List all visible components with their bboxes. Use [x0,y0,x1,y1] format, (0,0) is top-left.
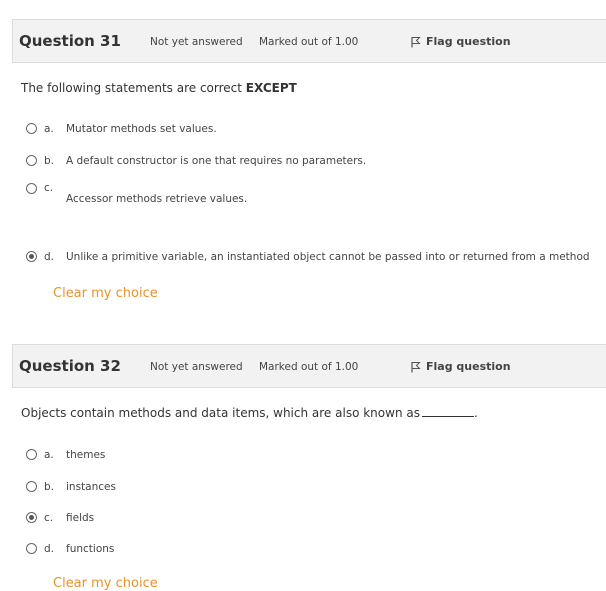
radio-button-d[interactable] [26,251,37,262]
flag-icon [411,361,421,372]
flag-question-label: Flag question [426,35,511,48]
radio-button-a[interactable] [26,449,37,460]
option-letter: d. [44,251,55,263]
option-text: themes [66,449,106,461]
option-letter: d. [44,543,55,555]
question-state: Not yet answered [150,361,243,373]
option-letter: a. [44,123,54,135]
option-text: functions [66,543,115,555]
option-text: A default constructor is one that requir… [66,155,367,167]
question-state: Not yet answered [150,36,243,48]
question-text-end: . [473,406,478,420]
question-text-prefix: The following statements are correct [21,81,246,95]
clear-my-choice-link[interactable]: Clear my choice [53,576,158,591]
flag-question-label: Flag question [426,360,511,373]
question-32-header: Question 32 Not yet answered Marked out … [12,344,606,388]
answer-blank [421,407,474,417]
flag-icon [411,36,421,47]
question-31-header: Question 31 Not yet answered Marked out … [12,19,606,63]
option-letter: c. [44,182,54,194]
option-text: Accessor methods retrieve values. [66,193,248,205]
option-text: fields [66,512,95,524]
question-text: Objects contain methods and data items, … [21,406,420,420]
question-31-text: The following statements are correct EXC… [21,81,297,95]
question-number: Question 31 [19,32,121,50]
question-text-emphasis: EXCEPT [245,81,297,95]
radio-button-c[interactable] [26,183,37,194]
question-grade: Marked out of 1.00 [259,36,359,48]
radio-button-b[interactable] [26,481,37,492]
radio-button-a[interactable] [26,123,37,134]
option-letter: c. [44,512,54,524]
radio-button-b[interactable] [26,155,37,166]
flag-question-button[interactable]: Flag question [411,360,511,373]
flag-question-button[interactable]: Flag question [411,35,511,48]
question-32-text: Objects contain methods and data items, … [21,406,478,420]
option-letter: b. [44,481,55,493]
clear-my-choice-link[interactable]: Clear my choice [53,286,158,301]
radio-button-d[interactable] [26,543,37,554]
radio-button-c[interactable] [26,512,37,523]
option-text: instances [66,481,116,493]
option-letter: a. [44,449,54,461]
question-number: Question 32 [19,357,121,375]
option-text: Unlike a primitive variable, an instanti… [66,251,590,263]
option-text: Mutator methods set values. [66,123,217,135]
option-letter: b. [44,155,55,167]
question-grade: Marked out of 1.00 [259,361,359,373]
